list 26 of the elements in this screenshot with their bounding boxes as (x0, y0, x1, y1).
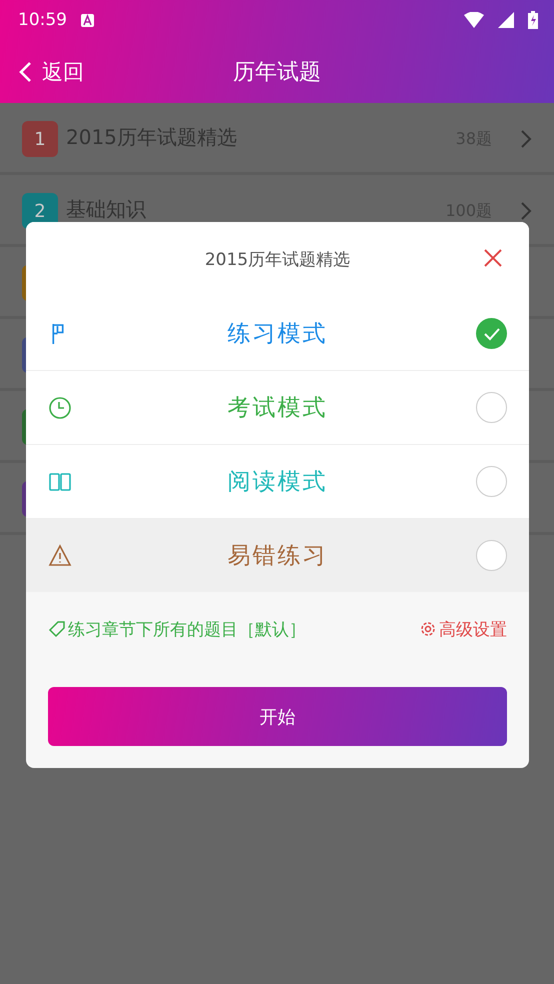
check-icon (482, 326, 500, 340)
clock-icon (48, 396, 72, 420)
status-time: 10:59 (18, 10, 67, 30)
page-title: 历年试题 (232, 58, 322, 86)
chevron-left-icon (18, 60, 32, 82)
start-button[interactable]: 开始 (48, 687, 507, 746)
advanced-settings-link[interactable]: 高级设置 (419, 618, 507, 640)
chevron-right-icon (520, 129, 532, 149)
scope-link[interactable]: 练习章节下所有的题目［默认］ (48, 618, 306, 640)
radio-button[interactable] (476, 392, 507, 423)
back-button[interactable]: 返回 (18, 58, 84, 86)
tag-icon (48, 620, 66, 638)
dialog-title: 2015历年试题精选 (204, 249, 350, 271)
mode-option[interactable]: 易错练习 (26, 519, 529, 592)
gear-icon (419, 620, 437, 638)
chapter-badge: 1 (22, 121, 58, 157)
radio-button[interactable] (476, 540, 507, 571)
signal-icon (498, 12, 514, 28)
warning-icon (48, 544, 72, 568)
chevron-right-icon (520, 201, 532, 221)
notification-icon (81, 14, 94, 26)
wifi-icon (464, 12, 484, 28)
close-button[interactable] (483, 248, 503, 268)
battery-icon (528, 11, 538, 29)
radio-button[interactable] (476, 318, 507, 349)
radio-button[interactable] (476, 466, 507, 497)
